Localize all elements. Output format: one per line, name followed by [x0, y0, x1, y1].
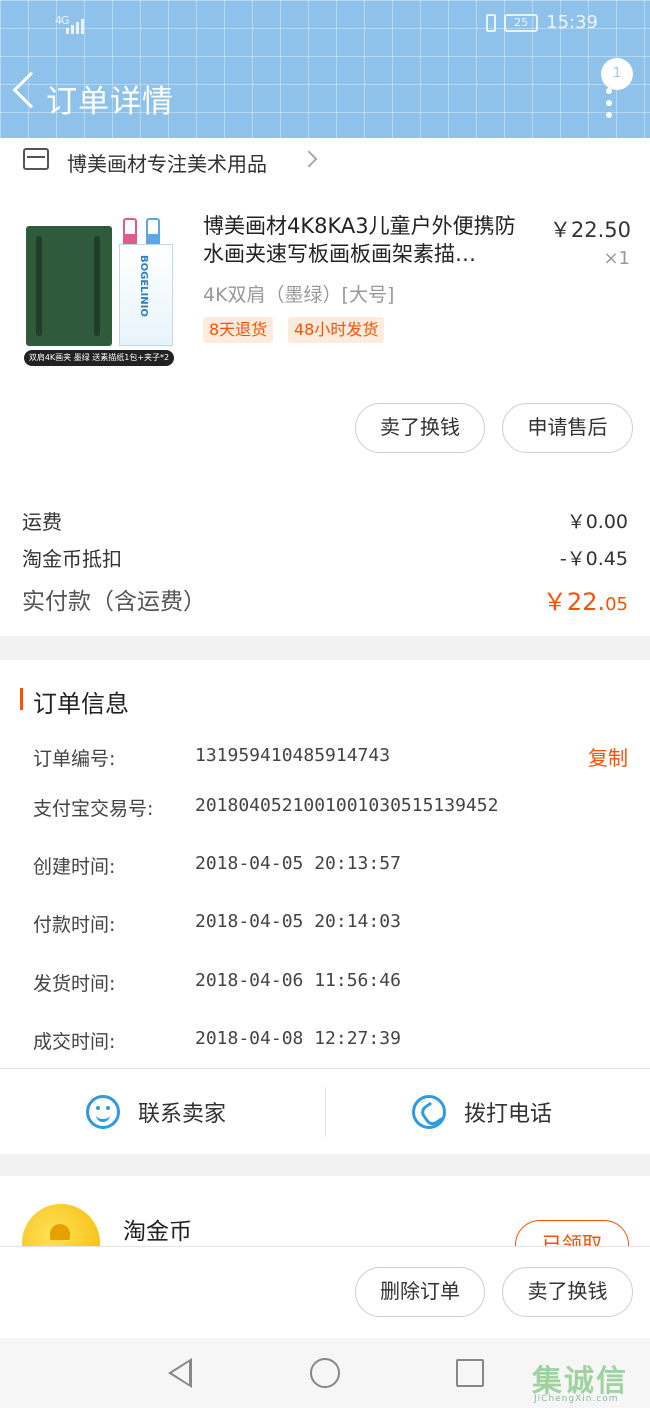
back-arrow-icon[interactable]	[12, 71, 50, 109]
chevron-right-icon	[300, 150, 318, 168]
info-row-paid: 付款时间: 2018-04-05 20:14:03	[33, 910, 633, 940]
battery-icon: 25	[504, 13, 539, 32]
shop-row[interactable]: 博美画材专注美术用品	[0, 138, 650, 184]
shop-name: 博美画材专注美术用品	[67, 152, 267, 176]
info-value: 2018-04-05 20:13:57	[195, 853, 401, 874]
sell-button[interactable]: 卖了换钱	[355, 403, 485, 453]
product-title[interactable]: 博美画材4K8KA3儿童户外便携防水画夹速写板画板画架素描…	[203, 212, 533, 268]
total-value: ￥22.05	[543, 582, 628, 617]
info-key: 创建时间:	[33, 856, 116, 878]
product-image[interactable]: BOGELINIO 双肩4K画夹 墨绿 送素描纸1包+夹子*2	[22, 218, 176, 370]
paper-pack-image: BOGELINIO	[119, 244, 173, 346]
product-quantity: ×1	[603, 248, 630, 269]
chat-icon	[86, 1095, 120, 1129]
contact-seller-label: 联系卖家	[138, 1102, 227, 1127]
info-value: 2018-04-08 12:27:39	[195, 1028, 401, 1049]
info-key: 发货时间:	[33, 973, 116, 995]
pack-brand: BOGELINIO	[138, 255, 149, 317]
total-label: 实付款（含运费）	[22, 589, 206, 615]
info-row-shipped: 发货时间: 2018-04-06 11:56:46	[33, 969, 633, 999]
section-title: 订单信息	[33, 690, 129, 718]
product-card: BOGELINIO 双肩4K画夹 墨绿 送素描纸1包+夹子*2 博美画材4K8K…	[0, 184, 650, 484]
blue-clip-image	[146, 218, 160, 244]
coin-deduction-label: 淘金币抵扣	[22, 547, 122, 571]
status-bar: 4G 25 15:39	[0, 10, 650, 40]
nav-back-icon[interactable]	[168, 1358, 192, 1388]
info-row-alipay-number: 支付宝交易号: 2018040521001001030515139452	[33, 794, 633, 824]
image-caption: 双肩4K画夹 墨绿 送素描纸1包+夹子*2	[24, 350, 174, 366]
fees-section: 运费 ￥0.00 淘金币抵扣 -￥0.45 实付款（含运费） ￥22.05	[0, 484, 650, 636]
shipping-label: 运费	[22, 510, 62, 534]
call-button[interactable]: 拨打电话	[412, 1069, 552, 1155]
divider	[325, 1087, 326, 1137]
nav-home-icon[interactable]	[310, 1358, 340, 1388]
taojinbi-card: 淘金币 已领取	[0, 1176, 650, 1246]
tag-return: 8天退货	[203, 317, 274, 343]
sell-button-bottom[interactable]: 卖了换钱	[502, 1267, 633, 1317]
call-label: 拨打电话	[464, 1102, 553, 1127]
info-row-created: 创建时间: 2018-04-05 20:13:57	[33, 852, 633, 882]
system-nav-bar: 集诚信 JiChengXin.com	[0, 1338, 650, 1408]
tag-shipping: 48小时发货	[288, 317, 385, 343]
info-value: 2018040521001001030515139452	[195, 795, 499, 816]
phone-icon	[412, 1095, 446, 1129]
info-key: 付款时间:	[33, 914, 116, 936]
status-time: 15:39	[546, 12, 598, 33]
info-key: 成交时间:	[33, 1031, 116, 1053]
signal-icon	[66, 14, 86, 34]
after-sale-button[interactable]: 申请售后	[502, 403, 633, 453]
coin-claimed-button[interactable]: 已领取	[515, 1220, 629, 1246]
order-info-section: 订单信息 复制 订单编号: 131959410485914743 支付宝交易号:…	[0, 660, 650, 1068]
contact-seller-button[interactable]: 联系卖家	[86, 1069, 226, 1155]
drawing-board-image	[26, 226, 112, 346]
header: 4G 25 15:39 订单详情 1	[0, 0, 650, 138]
delete-order-button[interactable]: 删除订单	[355, 1267, 485, 1317]
total-main: ￥22.	[542, 588, 606, 616]
watermark-url: JiChengXin.com	[534, 1394, 619, 1404]
shipping-value: ￥0.00	[566, 511, 628, 533]
info-row-completed: 成交时间: 2018-04-08 12:27:39	[33, 1027, 633, 1057]
section-accent-bar	[20, 688, 23, 710]
coin-label: 淘金币	[123, 1219, 192, 1245]
bottom-action-bar: 删除订单 卖了换钱	[0, 1246, 650, 1338]
coin-deduction-value: -￥0.45	[559, 548, 628, 570]
info-key: 支付宝交易号:	[33, 798, 154, 820]
gold-coin-icon	[22, 1204, 100, 1246]
info-value: 2018-04-06 11:56:46	[195, 970, 401, 991]
pink-clip-image	[123, 218, 137, 244]
notification-badge[interactable]: 1	[601, 58, 633, 90]
info-key: 订单编号:	[33, 748, 116, 770]
product-price: ￥22.50	[549, 218, 631, 242]
page-title: 订单详情	[46, 84, 174, 120]
shop-icon	[23, 148, 49, 170]
info-row-order-number: 订单编号: 131959410485914743	[33, 744, 633, 774]
total-cents: 05	[605, 594, 628, 615]
nav-recent-icon[interactable]	[456, 1359, 484, 1387]
info-value: 2018-04-05 20:14:03	[195, 911, 401, 932]
product-sku: 4K双肩（墨绿）[大号]	[203, 284, 395, 306]
more-menu-icon[interactable]	[606, 88, 612, 124]
info-value: 131959410485914743	[195, 745, 391, 766]
contact-bar: 联系卖家 拨打电话	[0, 1068, 650, 1154]
vibrate-icon	[486, 13, 497, 32]
